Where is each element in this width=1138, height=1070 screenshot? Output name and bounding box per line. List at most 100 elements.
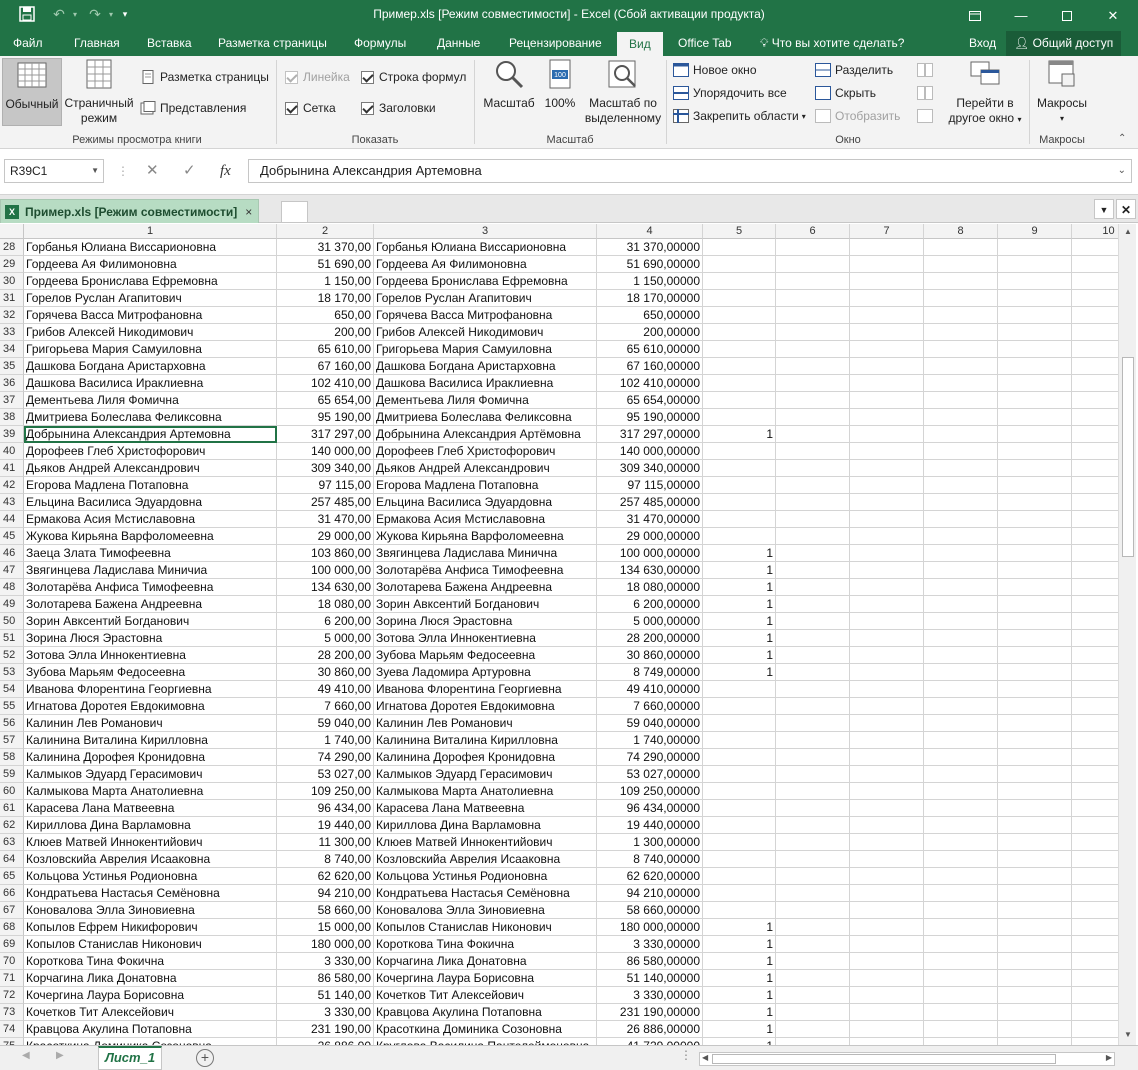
row-header[interactable]: 40 [0, 443, 24, 460]
grid-cell[interactable] [776, 987, 850, 1004]
grid-cell[interactable] [703, 375, 776, 392]
grid-cell[interactable]: Карасева Лана Матвеевна [374, 800, 597, 817]
grid-cell[interactable] [998, 953, 1072, 970]
grid-cell[interactable] [776, 902, 850, 919]
grid-cell[interactable] [924, 783, 998, 800]
grid-cell[interactable] [998, 902, 1072, 919]
grid-cell[interactable]: 317 297,00 [277, 426, 374, 443]
column-header[interactable]: 10 [1072, 224, 1118, 239]
grid-cell[interactable]: 31 470,00000 [597, 511, 703, 528]
grid-cell[interactable]: Калмыкова Марта Анатолиевна [374, 783, 597, 800]
row-header[interactable]: 29 [0, 256, 24, 273]
grid-cell[interactable]: 8 749,00000 [597, 664, 703, 681]
grid-cell[interactable]: Кочергина Лаура Борисовна [374, 970, 597, 987]
grid-cell[interactable]: Зубова Марьям Федосеевна [24, 664, 277, 681]
grid-cell[interactable] [998, 868, 1072, 885]
grid-cell[interactable]: Зорина Люся Эрастовна [24, 630, 277, 647]
grid-cell[interactable]: 1 [703, 664, 776, 681]
row-header[interactable]: 36 [0, 375, 24, 392]
row-header[interactable]: 64 [0, 851, 24, 868]
grid-cell[interactable]: Дорофеев Глеб Христофорович [24, 443, 277, 460]
grid-cell[interactable]: 97 115,00000 [597, 477, 703, 494]
grid-cell[interactable]: 134 630,00 [277, 579, 374, 596]
close-all-tabs-icon[interactable]: ✕ [1116, 199, 1136, 219]
grid-cell[interactable] [703, 460, 776, 477]
grid-cell[interactable] [776, 392, 850, 409]
grid-cell[interactable] [924, 460, 998, 477]
grid-cell[interactable] [703, 800, 776, 817]
grid-cell[interactable] [1072, 375, 1118, 392]
grid-cell[interactable]: Короткова Тина Фокична [374, 936, 597, 953]
grid-cell[interactable]: 15 000,00 [277, 919, 374, 936]
grid-cell[interactable]: 49 410,00000 [597, 681, 703, 698]
grid-cell[interactable]: Дмитриева Болеслава Феликсовна [374, 409, 597, 426]
grid-cell[interactable]: Грибов Алексей Никодимович [24, 324, 277, 341]
row-header[interactable]: 58 [0, 749, 24, 766]
grid-cell[interactable] [1072, 596, 1118, 613]
grid-cell[interactable] [776, 443, 850, 460]
grid-cell[interactable]: 86 580,00 [277, 970, 374, 987]
grid-cell[interactable] [1072, 698, 1118, 715]
grid-cell[interactable] [924, 307, 998, 324]
grid-cell[interactable] [1072, 681, 1118, 698]
grid-cell[interactable] [1072, 817, 1118, 834]
grid-cell[interactable] [850, 698, 924, 715]
grid-cell[interactable] [924, 562, 998, 579]
grid-cell[interactable] [998, 970, 1072, 987]
grid-cell[interactable]: Копылов Ефрем Никифорович [24, 919, 277, 936]
grid-cell[interactable] [924, 851, 998, 868]
row-header[interactable]: 46 [0, 545, 24, 562]
grid-cell[interactable]: Золотарева Бажена Андреевна [374, 579, 597, 596]
grid-cell[interactable] [776, 273, 850, 290]
grid-cell[interactable] [1072, 256, 1118, 273]
grid-cell[interactable]: 134 630,00000 [597, 562, 703, 579]
grid-cell[interactable] [1072, 477, 1118, 494]
grid-cell[interactable]: Ельцина Василиса Эдуардовна [24, 494, 277, 511]
grid-cell[interactable]: 231 190,00000 [597, 1004, 703, 1021]
grid-cell[interactable] [924, 324, 998, 341]
grid-cell[interactable]: Гордеева Ая Филимоновна [24, 256, 277, 273]
grid-cell[interactable] [924, 681, 998, 698]
grid-cell[interactable]: Звягинцева Ладислава Миничиа [24, 562, 277, 579]
grid-cell[interactable] [998, 715, 1072, 732]
select-all-corner[interactable] [0, 224, 24, 239]
grid-cell[interactable]: 1 150,00 [277, 273, 374, 290]
grid-cell[interactable]: 59 040,00000 [597, 715, 703, 732]
row-header[interactable]: 38 [0, 409, 24, 426]
grid-cell[interactable] [776, 885, 850, 902]
grid-cell[interactable] [776, 630, 850, 647]
grid-cell[interactable]: 97 115,00 [277, 477, 374, 494]
add-sheet-icon[interactable]: + [196, 1049, 214, 1067]
grid-cell[interactable] [703, 834, 776, 851]
row-header[interactable]: 41 [0, 460, 24, 477]
grid-cell[interactable]: 5 000,00 [277, 630, 374, 647]
tab-insert[interactable]: Вставка [147, 31, 192, 56]
grid-cell[interactable]: Кочетков Тит Алексейович [24, 1004, 277, 1021]
grid-cell[interactable] [998, 273, 1072, 290]
grid-cell[interactable] [1072, 885, 1118, 902]
grid-cell[interactable] [776, 970, 850, 987]
row-header[interactable]: 47 [0, 562, 24, 579]
grid-cell[interactable] [998, 885, 1072, 902]
grid-cell[interactable] [998, 511, 1072, 528]
grid-cell[interactable] [1072, 902, 1118, 919]
grid-cell[interactable]: Добрынина Александрия Артёмовна [374, 426, 597, 443]
zoom-button[interactable]: Масштаб [479, 58, 539, 111]
grid-cell[interactable]: Клюев Матвей Иннокентийович [374, 834, 597, 851]
grid-cell[interactable] [998, 698, 1072, 715]
grid-cell[interactable] [998, 766, 1072, 783]
grid-cell[interactable] [998, 392, 1072, 409]
grid-cell[interactable]: Гордеева Бронислава Ефремовна [374, 273, 597, 290]
grid-cell[interactable]: 7 660,00000 [597, 698, 703, 715]
grid-cell[interactable] [998, 239, 1072, 256]
grid-cell[interactable] [703, 392, 776, 409]
grid-cell[interactable] [1072, 545, 1118, 562]
grid-cell[interactable] [1072, 749, 1118, 766]
grid-cell[interactable] [776, 919, 850, 936]
grid-cell[interactable] [850, 766, 924, 783]
grid-cell[interactable] [1072, 970, 1118, 987]
grid-cell[interactable] [924, 511, 998, 528]
grid-cell[interactable] [1072, 919, 1118, 936]
grid-cell[interactable] [703, 783, 776, 800]
grid-cell[interactable]: Ермакова Асия Мстиславовна [374, 511, 597, 528]
